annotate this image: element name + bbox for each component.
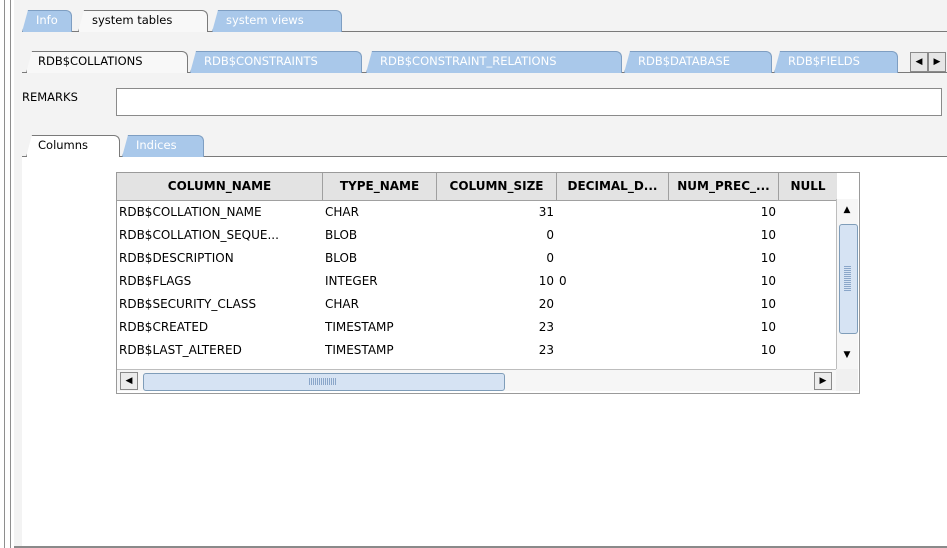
tab-rdb-constraints-label: RDB$CONSTRAINTS [204,54,318,68]
cell-column-size[interactable]: 0 [437,247,557,270]
cell-type-name[interactable]: BLOB [325,247,437,270]
tab-scroll-left-button[interactable]: ◀ [910,52,928,72]
tab-rdb-database-label: RDB$DATABASE [638,54,730,68]
tab-rdb-constraints[interactable]: RDB$CONSTRAINTS [190,51,362,73]
scrollbar-corner [836,369,858,391]
remarks-field[interactable] [116,88,942,116]
cell-type-name[interactable]: BLOB [325,224,437,247]
cell-num-prec-radix[interactable]: 10 [669,339,779,362]
table-row[interactable]: RDB$CREATED TIMESTAMP 23 10 [117,316,837,339]
cell-column-name[interactable]: RDB$COLLATION_NAME [119,201,323,224]
cell-column-size[interactable]: 23 [437,339,557,362]
horizontal-scroll-thumb[interactable] [143,373,505,391]
table-row[interactable]: RDB$SECURITY_CLASS CHAR 20 10 [117,293,837,316]
tab-rdb-database[interactable]: RDB$DATABASE [624,51,772,73]
column-header-null[interactable]: NULL [779,173,837,201]
tab-info-label: Info [36,13,58,27]
table-row[interactable]: RDB$FLAGS INTEGER 10 0 10 [117,270,837,293]
columns-table: COLUMN_NAME TYPE_NAME COLUMN_SIZE DECIMA… [116,172,860,394]
cell-num-prec-radix[interactable]: 10 [669,224,779,247]
cell-num-prec-radix[interactable]: 10 [669,293,779,316]
tab-columns[interactable]: Columns [26,135,120,157]
cell-decimal-digits[interactable] [559,339,669,362]
cell-decimal-digits[interactable] [559,201,669,224]
tab-rdb-collations[interactable]: RDB$COLLATIONS [26,51,188,73]
cell-decimal-digits[interactable] [559,293,669,316]
cell-column-size[interactable]: 0 [437,224,557,247]
tab-rdb-collations-label: RDB$COLLATIONS [38,54,143,68]
scroll-right-icon[interactable]: ▶ [814,372,832,390]
cell-column-size[interactable]: 10 [437,270,557,293]
cell-column-name[interactable]: RDB$DESCRIPTION [119,247,323,270]
grip-icon [309,378,337,385]
cell-num-prec-radix[interactable]: 10 [669,247,779,270]
cell-type-name[interactable]: INTEGER [325,270,437,293]
tab-system-tables[interactable]: system tables [78,10,208,32]
cell-column-size[interactable]: 31 [437,201,557,224]
table-horizontal-scrollbar[interactable]: ◀ ▶ [117,369,836,391]
scroll-down-icon[interactable]: ▼ [838,347,856,365]
cell-decimal-digits[interactable] [559,224,669,247]
scroll-up-icon[interactable]: ▲ [838,202,856,220]
cell-num-prec-radix[interactable]: 10 [669,201,779,224]
remarks-label: REMARKS [22,90,78,104]
cell-num-prec-radix[interactable]: 10 [669,316,779,339]
tab-rdb-constraint-relations-label: RDB$CONSTRAINT_RELATIONS [380,54,557,68]
tab-system-views-label: system views [226,13,304,27]
column-header-decimal-digits[interactable]: DECIMAL_D... [557,173,669,201]
chevron-right-icon: ▶ [933,57,941,67]
grip-icon [844,265,851,291]
cell-type-name[interactable]: CHAR [325,293,437,316]
tab-indices-label: Indices [136,138,177,152]
table-vertical-scrollbar[interactable]: ▲ ▼ [836,199,858,369]
tab-system-tables-label: system tables [92,13,173,27]
vertical-scroll-thumb[interactable] [839,224,858,334]
cell-column-name[interactable]: RDB$FLAGS [119,270,323,293]
cell-column-name[interactable]: RDB$LAST_ALTERED [119,339,323,362]
column-header-type-name[interactable]: TYPE_NAME [323,173,437,201]
tab-system-views[interactable]: system views [212,10,342,32]
chevron-left-icon: ◀ [915,57,923,67]
table-row[interactable]: RDB$DESCRIPTION BLOB 0 10 [117,247,837,270]
cell-column-size[interactable]: 23 [437,316,557,339]
tab-info[interactable]: Info [22,10,72,32]
cell-type-name[interactable]: TIMESTAMP [325,316,437,339]
tab-scroll-right-button[interactable]: ▶ [928,52,946,72]
scroll-left-icon[interactable]: ◀ [120,372,138,390]
cell-type-name[interactable]: CHAR [325,201,437,224]
table-row[interactable]: RDB$COLLATION_NAME CHAR 31 10 [117,201,837,224]
cell-column-name[interactable]: RDB$COLLATION_SEQUE... [119,224,323,247]
column-header-column-name[interactable]: COLUMN_NAME [117,173,323,201]
cell-column-name[interactable]: RDB$SECURITY_CLASS [119,293,323,316]
cell-num-prec-radix[interactable]: 10 [669,270,779,293]
tab-indices[interactable]: Indices [122,135,204,157]
cell-column-size[interactable]: 20 [437,293,557,316]
tab-rdb-fields-label: RDB$FIELDS [788,54,860,68]
table-row[interactable]: RDB$LAST_ALTERED TIMESTAMP 23 10 [117,339,837,362]
column-header-num-prec-radix[interactable]: NUM_PREC_... [669,173,779,201]
tab-rdb-fields[interactable]: RDB$FIELDS [774,51,898,73]
column-header-column-size[interactable]: COLUMN_SIZE [437,173,557,201]
cell-decimal-digits[interactable]: 0 [559,270,669,293]
table-row[interactable]: RDB$COLLATION_SEQUE... BLOB 0 10 [117,224,837,247]
cell-decimal-digits[interactable] [559,316,669,339]
cell-type-name[interactable]: TIMESTAMP [325,339,437,362]
tab-rdb-constraint-relations[interactable]: RDB$CONSTRAINT_RELATIONS [366,51,622,73]
tab-columns-label: Columns [38,138,89,152]
cell-column-name[interactable]: RDB$CREATED [119,316,323,339]
cell-decimal-digits[interactable] [559,247,669,270]
